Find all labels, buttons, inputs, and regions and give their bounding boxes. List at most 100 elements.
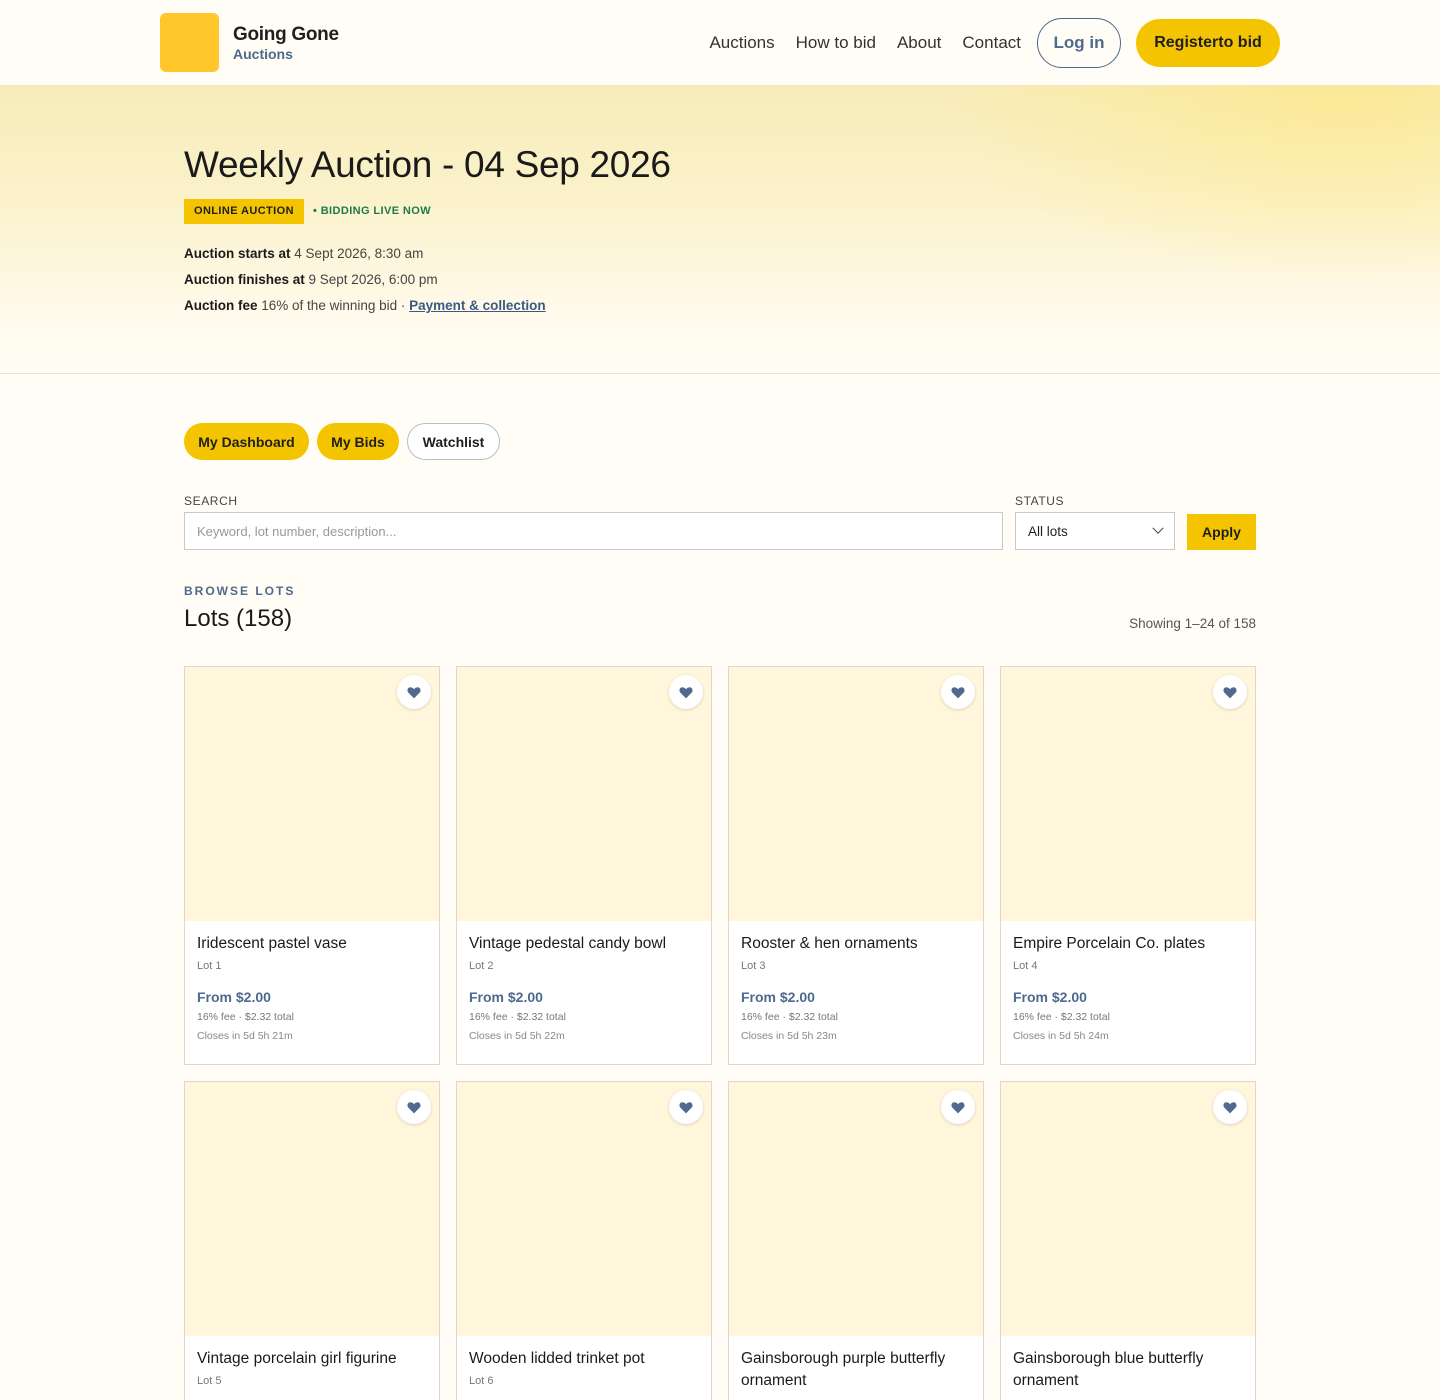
lot-details: Wooden lidded trinket pot Lot 6 [457,1336,711,1400]
nav-auctions[interactable]: Auctions [709,33,774,53]
heart-icon [679,686,693,698]
lot-card[interactable]: Gainsborough purple butterfly ornament [728,1081,984,1400]
auction-start-value: 4 Sept 2026, 8:30 am [294,246,424,261]
lot-title[interactable]: Vintage porcelain girl figurine [197,1348,427,1370]
watchlist-button[interactable] [1213,1090,1247,1124]
lot-image[interactable] [1001,1082,1255,1336]
site-header: Going Gone Auctions Auctions How to bid … [0,0,1440,86]
lot-card[interactable]: Wooden lidded trinket pot Lot 6 [456,1081,712,1400]
online-auction-badge: ONLINE AUCTION [184,199,304,224]
page-title: Weekly Auction - 04 Sep 2026 [184,144,671,185]
lot-image[interactable] [1001,667,1255,921]
heart-icon [1223,686,1237,698]
lot-title[interactable]: Wooden lidded trinket pot [469,1348,699,1370]
lots-title: Lots (158) [184,605,293,632]
nav-about[interactable]: About [897,33,941,53]
lot-title[interactable]: Empire Porcelain Co. plates [1013,933,1243,955]
auction-finish-value: 9 Sept 2026, 6:00 pm [308,272,438,287]
lot-card[interactable]: Rooster & hen ornaments Lot 3 From $2.00… [728,666,984,1065]
heart-icon [407,686,421,698]
watchlist-button[interactable] [941,675,975,709]
lot-image[interactable] [729,667,983,921]
auction-finish-label: Auction finishes at [184,272,305,287]
lot-image[interactable] [185,1082,439,1336]
watchlist-button[interactable] [941,1090,975,1124]
lot-title[interactable]: Vintage pedestal candy bowl [469,933,699,955]
lot-title[interactable]: Gainsborough blue butterfly ornament [1013,1348,1243,1392]
lot-number: Lot 4 [1013,960,1038,972]
brand-name[interactable]: Going Gone [233,24,339,46]
lot-card[interactable]: Iridescent pastel vase Lot 1 From $2.00 … [184,666,440,1065]
watchlist-button[interactable] [669,675,703,709]
status-select[interactable]: All lots [1015,512,1175,550]
lot-details: Rooster & hen ornaments Lot 3 From $2.00… [729,921,983,1056]
chevron-down-icon [1152,522,1164,534]
lot-card[interactable]: Empire Porcelain Co. plates Lot 4 From $… [1000,666,1256,1065]
lot-title[interactable]: Gainsborough purple butterfly ornament [741,1348,971,1392]
auction-fee-label: Auction fee [184,298,258,313]
tab-my-dashboard[interactable]: My Dashboard [184,423,309,460]
heart-icon [951,1101,965,1113]
auction-start-label: Auction starts at [184,246,291,261]
lot-fee: 16% fee · $2.32 total [469,1011,566,1023]
lot-closing-time: Closes in 5d 5h 23m [741,1030,837,1042]
lot-fee: 16% fee · $2.32 total [197,1011,294,1023]
lot-details: Gainsborough blue butterfly ornament [1001,1336,1255,1400]
lot-title[interactable]: Iridescent pastel vase [197,933,427,955]
nav-contact[interactable]: Contact [962,33,1021,53]
lot-image[interactable] [457,1082,711,1336]
lot-details: Iridescent pastel vase Lot 1 From $2.00 … [185,921,439,1056]
auction-finish-row: Auction finishes at 9 Sept 2026, 6:00 pm [184,272,438,287]
lot-title[interactable]: Rooster & hen ornaments [741,933,971,955]
auction-fee-row: Auction fee 16% of the winning bid · Pay… [184,298,546,313]
auction-start-row: Auction starts at 4 Sept 2026, 8:30 am [184,246,423,261]
lot-details: Empire Porcelain Co. plates Lot 4 From $… [1001,921,1255,1056]
browse-lots-label: BROWSE LOTS [184,584,296,598]
lot-details: Gainsborough purple butterfly ornament [729,1336,983,1400]
lot-number: Lot 3 [741,960,766,972]
auction-hero: Weekly Auction - 04 Sep 2026 ONLINE AUCT… [0,86,1440,374]
lot-image[interactable] [729,1082,983,1336]
apply-button[interactable]: Apply [1187,514,1256,550]
tab-watchlist[interactable]: Watchlist [407,423,500,460]
search-label: SEARCH [184,494,238,508]
status-select-value: All lots [1028,523,1068,539]
lot-details: Vintage pedestal candy bowl Lot 2 From $… [457,921,711,1056]
lot-fee: 16% fee · $2.32 total [741,1011,838,1023]
lot-details: Vintage porcelain girl figurine Lot 5 [185,1336,439,1400]
main-nav: Auctions How to bid About Contact Log in… [709,0,1280,86]
live-status-badge: • BIDDING LIVE NOW [313,205,431,217]
tab-my-bids[interactable]: My Bids [317,423,399,460]
heart-icon [951,686,965,698]
lot-card[interactable]: Vintage pedestal candy bowl Lot 2 From $… [456,666,712,1065]
lot-number: Lot 1 [197,960,222,972]
watchlist-button[interactable] [397,1090,431,1124]
lot-fee: 16% fee · $2.32 total [1013,1011,1110,1023]
search-input[interactable] [184,512,1003,550]
lot-number: Lot 6 [469,1375,494,1387]
brand-subtitle: Auctions [233,46,293,62]
lot-number: Lot 2 [469,960,494,972]
watchlist-button[interactable] [1213,675,1247,709]
nav-how-to-bid[interactable]: How to bid [796,33,876,53]
lot-image[interactable] [457,667,711,921]
lot-price: From $2.00 [197,989,271,1005]
lot-closing-time: Closes in 5d 5h 24m [1013,1030,1109,1042]
lot-price: From $2.00 [1013,989,1087,1005]
lot-price: From $2.00 [469,989,543,1005]
lot-closing-time: Closes in 5d 5h 22m [469,1030,565,1042]
lot-card[interactable]: Vintage porcelain girl figurine Lot 5 [184,1081,440,1400]
register-button[interactable]: Registerto bid [1136,19,1280,67]
lot-image[interactable] [185,667,439,921]
heart-icon [679,1101,693,1113]
logo[interactable] [160,13,219,72]
payment-collection-link[interactable]: Payment & collection [409,298,546,313]
watchlist-button[interactable] [397,675,431,709]
auction-fee-value: 16% of the winning bid · [261,298,406,313]
watchlist-button[interactable] [669,1090,703,1124]
login-button[interactable]: Log in [1037,18,1121,68]
lot-card[interactable]: Gainsborough blue butterfly ornament [1000,1081,1256,1400]
lot-price: From $2.00 [741,989,815,1005]
lot-closing-time: Closes in 5d 5h 21m [197,1030,293,1042]
status-label: STATUS [1015,494,1065,508]
